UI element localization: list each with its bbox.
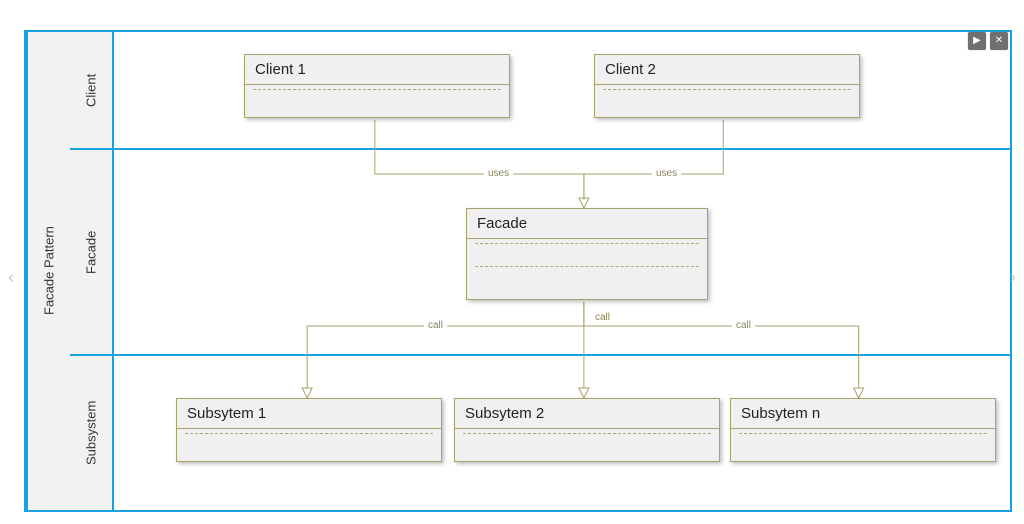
class-title: Facade <box>467 209 707 239</box>
lanes-area: uses uses call call call Client 1 Client… <box>114 32 1010 510</box>
prev-arrow[interactable]: ‹ <box>0 262 22 292</box>
diagram-title: Facade Pattern <box>26 32 70 510</box>
next-arrow[interactable]: › <box>1002 262 1024 292</box>
edge-label-uses: uses <box>652 168 681 179</box>
class-subn[interactable]: Subsytem n <box>730 398 996 462</box>
lane-header-subsystem: Subsystem <box>70 356 112 510</box>
class-client2[interactable]: Client 2 <box>594 54 860 118</box>
lane-header-facade: Facade <box>70 150 112 356</box>
class-body <box>455 433 719 461</box>
lane-separator <box>114 148 1010 150</box>
class-facade[interactable]: Facade <box>466 208 708 300</box>
class-title: Subsytem 2 <box>455 399 719 429</box>
edge-label-call: call <box>591 312 614 323</box>
class-sub1[interactable]: Subsytem 1 <box>176 398 442 462</box>
lane-header-client: Client <box>70 32 112 150</box>
class-title: Subsytem 1 <box>177 399 441 429</box>
class-body <box>731 433 995 461</box>
edge-label-uses: uses <box>484 168 513 179</box>
class-body <box>177 433 441 461</box>
play-button[interactable]: ▶ <box>968 32 986 50</box>
class-sub2[interactable]: Subsytem 2 <box>454 398 720 462</box>
lane-separator <box>114 354 1010 356</box>
class-client1[interactable]: Client 1 <box>244 54 510 118</box>
class-title: Client 2 <box>595 55 859 85</box>
class-body <box>245 89 509 117</box>
diagram-frame: Facade Pattern Client Facade Subsystem <box>24 30 1012 512</box>
edge-label-call: call <box>424 320 447 331</box>
class-body <box>595 89 859 117</box>
edge-label-call: call <box>732 320 755 331</box>
class-body <box>467 243 707 299</box>
close-button[interactable]: ✕ <box>990 32 1008 50</box>
lane-headers: Client Facade Subsystem <box>70 32 114 510</box>
class-title: Client 1 <box>245 55 509 85</box>
class-title: Subsytem n <box>731 399 995 429</box>
